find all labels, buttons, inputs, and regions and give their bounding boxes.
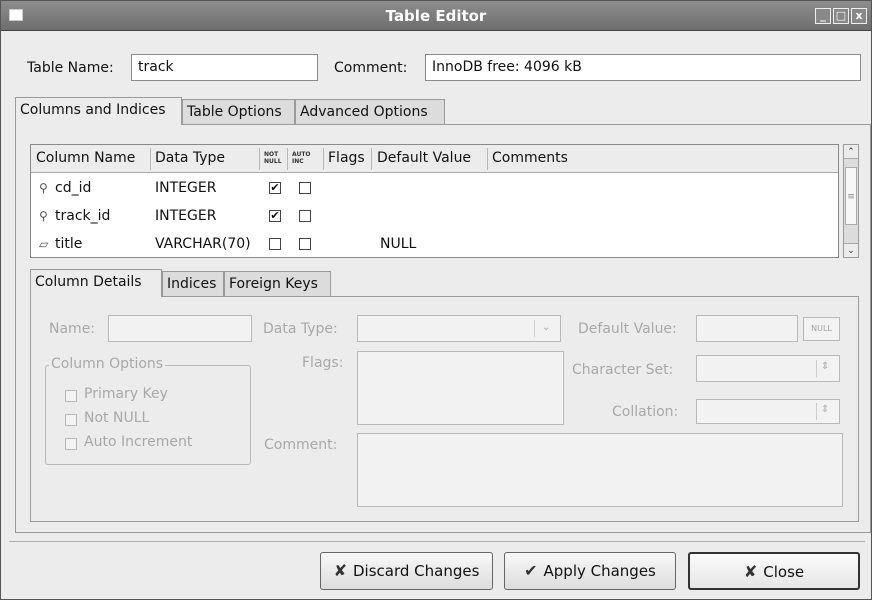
data-type-cell: INTEGER (155, 208, 217, 224)
header-column-name[interactable]: Column Name (36, 150, 135, 166)
maximize-icon[interactable]: □ (833, 8, 849, 24)
tab-column-details[interactable]: Column Details (30, 269, 162, 297)
header-data-type[interactable]: Data Type (155, 150, 225, 166)
primary-key-icon: ⚲ (39, 181, 48, 195)
close-label: Close (763, 563, 805, 581)
discard-changes-label: Discard Changes (352, 562, 480, 580)
character-set-label: Character Set: (572, 362, 674, 378)
auto-increment-label: Auto Increment (84, 434, 193, 450)
auto-inc-checkbox[interactable] (299, 238, 311, 250)
tab-advanced-options[interactable]: Advanced Options (295, 99, 445, 125)
discard-icon: ✘ (333, 561, 347, 580)
table-row[interactable]: ⚲ cd_id INTEGER ✔ (31, 174, 838, 202)
scroll-up-icon[interactable]: ⌃ (844, 145, 858, 159)
auto-inc-checkbox[interactable] (299, 210, 311, 222)
table-editor-window: Table Editor _ □ x Table Name: track Com… (0, 0, 872, 600)
comment-details-label: Comment: (264, 437, 338, 453)
data-type-select[interactable]: ⌄ (357, 315, 561, 342)
header-flags[interactable]: Flags (328, 150, 365, 166)
divider (9, 541, 865, 542)
scroll-thumb[interactable]: ≡ (845, 167, 857, 225)
column-name-cell: title (55, 236, 83, 252)
data-type-cell: VARCHAR(70) (155, 236, 251, 252)
updown-icon: ⇕ (821, 404, 830, 415)
apply-changes-button[interactable]: ✔ Apply Changes (504, 552, 676, 590)
auto-inc-checkbox[interactable] (299, 182, 311, 194)
columns-grid[interactable]: Column Name Data Type NOT NULL AUTO INC … (30, 144, 839, 258)
not-null-option-checkbox[interactable] (65, 414, 77, 426)
tab-table-options[interactable]: Table Options (182, 99, 295, 125)
header-default-value[interactable]: Default Value (377, 150, 471, 166)
grid-scrollbar[interactable]: ⌃ ≡ ⌄ (843, 144, 859, 258)
updown-icon: ⇕ (821, 361, 830, 372)
not-null-checkbox[interactable]: ✔ (269, 182, 281, 194)
grid-header: Column Name Data Type NOT NULL AUTO INC … (31, 145, 838, 173)
tab-columns-and-indices[interactable]: Columns and Indices (15, 97, 182, 125)
character-set-select[interactable]: ⇕ (696, 355, 840, 382)
collation-label: Collation: (612, 404, 679, 420)
tab-foreign-keys[interactable]: Foreign Keys (224, 271, 331, 297)
header-auto-inc[interactable]: AUTO INC (292, 151, 312, 165)
default-value-input[interactable] (696, 315, 798, 342)
header-comments[interactable]: Comments (492, 150, 568, 166)
null-button[interactable]: NULL (803, 317, 840, 341)
not-null-label: Not NULL (84, 410, 150, 426)
primary-key-checkbox[interactable] (65, 390, 77, 402)
not-null-checkbox[interactable] (269, 238, 281, 250)
title-bar[interactable]: Table Editor _ □ x (1, 1, 871, 31)
chevron-down-icon: ⌄ (542, 322, 551, 333)
primary-key-label: Primary Key (84, 386, 168, 402)
column-name-cell: track_id (55, 208, 111, 224)
flags-list[interactable] (357, 351, 564, 425)
table-name-input[interactable]: track (131, 54, 318, 81)
scroll-down-icon[interactable]: ⌄ (844, 243, 858, 257)
apply-changes-label: Apply Changes (543, 562, 656, 580)
column-options-label: Column Options (49, 356, 166, 372)
name-input[interactable] (108, 315, 252, 342)
name-label: Name: (49, 321, 96, 337)
close-icon: ✘ (743, 562, 758, 581)
default-value-label: Default Value: (578, 321, 677, 337)
minimize-icon[interactable]: _ (815, 8, 831, 24)
auto-increment-checkbox[interactable] (65, 438, 77, 450)
tab-indices[interactable]: Indices (162, 271, 224, 297)
flags-label: Flags: (302, 355, 344, 371)
column-comment-input[interactable] (357, 433, 843, 507)
data-type-cell: INTEGER (155, 180, 217, 196)
data-type-label: Data Type: (263, 321, 338, 337)
collation-select[interactable]: ⇕ (696, 399, 840, 424)
not-null-checkbox[interactable]: ✔ (269, 210, 281, 222)
table-row[interactable]: ▱ title VARCHAR(70) NULL (31, 230, 838, 258)
table-comment-input[interactable]: InnoDB free: 4096 kB (425, 54, 861, 81)
column-name-cell: cd_id (55, 180, 92, 196)
column-icon: ▱ (39, 237, 49, 251)
close-button[interactable]: ✘ Close (688, 552, 860, 590)
comment-label: Comment: (334, 60, 408, 76)
default-value-cell: NULL (380, 236, 417, 252)
header-not-null[interactable]: NOT NULL (264, 151, 284, 165)
table-name-label: Table Name: (27, 60, 114, 76)
close-window-icon[interactable]: x (851, 8, 867, 24)
apply-checkmark-icon: ✔ (524, 561, 538, 580)
discard-changes-button[interactable]: ✘ Discard Changes (320, 552, 493, 590)
window-title: Table Editor (385, 7, 487, 25)
primary-key-icon: ⚲ (39, 209, 48, 223)
table-row[interactable]: ⚲ track_id INTEGER ✔ (31, 202, 838, 230)
